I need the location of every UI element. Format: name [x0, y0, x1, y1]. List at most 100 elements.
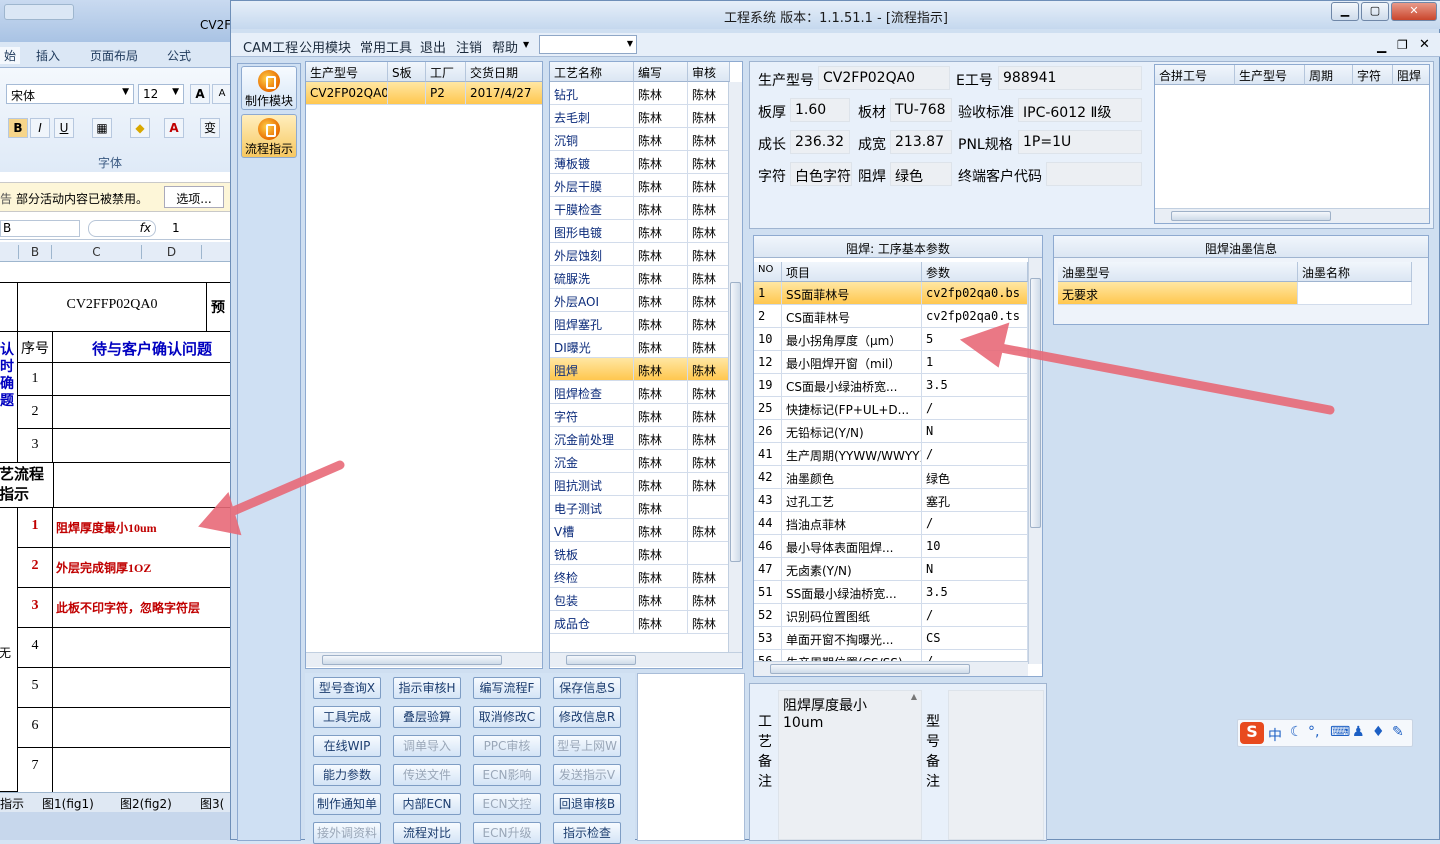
- process-row[interactable]: 干膜检查 陈林 陈林: [550, 197, 730, 220]
- action-button[interactable]: 回退审核B: [553, 793, 621, 815]
- fill-color-icon[interactable]: ◆: [130, 118, 150, 138]
- thickness-field[interactable]: 1.60: [790, 98, 850, 122]
- process-row[interactable]: 图形电镀 陈林 陈林: [550, 220, 730, 243]
- process-row[interactable]: V槽 陈林 陈林: [550, 519, 730, 542]
- pnl-field[interactable]: 1P=1U: [1018, 130, 1142, 154]
- param-col-item[interactable]: 项目: [782, 262, 922, 282]
- material-field[interactable]: TU-768: [890, 98, 952, 122]
- moon-icon[interactable]: ☾: [1290, 724, 1303, 740]
- process-num-cell[interactable]: 3: [17, 587, 53, 628]
- scroll-thumb[interactable]: [1030, 278, 1041, 528]
- param-row[interactable]: 41 生产周期(YYWW/WWYY) /: [754, 443, 1028, 466]
- name-box[interactable]: B: [0, 220, 80, 237]
- merge-col-cycle[interactable]: 周期: [1305, 65, 1353, 85]
- grow-font-icon[interactable]: A: [190, 84, 210, 104]
- ribbon-tab-insert[interactable]: 插入: [36, 47, 60, 64]
- seq-cell[interactable]: 1: [17, 362, 53, 396]
- make-module-button[interactable]: 制作模块: [241, 66, 297, 110]
- action-button[interactable]: ECN影响: [473, 764, 541, 786]
- sheet-tab[interactable]: 指示: [0, 795, 24, 812]
- model-field[interactable]: CV2FP02QA0: [818, 66, 950, 90]
- param-row[interactable]: 26 无铅标记(Y/N) N: [754, 420, 1028, 443]
- ribbon-tab-layout[interactable]: 页面布局: [90, 47, 138, 64]
- ribbon-tab-formula[interactable]: 公式: [167, 47, 191, 64]
- process-row[interactable]: 铣板 陈林: [550, 542, 730, 565]
- order-hscrollbar[interactable]: [306, 652, 542, 667]
- process-row[interactable]: 阻抗测试 陈林 陈林: [550, 473, 730, 496]
- param-row[interactable]: 47 无卤素(Y/N) N: [754, 558, 1028, 581]
- process-instruction-button[interactable]: 流程指示: [241, 114, 297, 158]
- process-num-cell[interactable]: 2: [17, 547, 53, 588]
- font-color-icon[interactable]: A: [164, 118, 184, 138]
- action-button[interactable]: 内部ECN: [393, 793, 461, 815]
- process-text-cell[interactable]: 此板不印字符，忽略字符层: [52, 587, 232, 628]
- sheet-cell[interactable]: [52, 707, 232, 748]
- action-button[interactable]: 叠层验算: [393, 706, 461, 728]
- process-row[interactable]: 沉金前处理 陈林 陈林: [550, 427, 730, 450]
- ink-col-model[interactable]: 油墨型号: [1058, 262, 1298, 282]
- col-header-b[interactable]: B: [18, 245, 52, 259]
- action-button[interactable]: 型号查询X: [313, 677, 381, 699]
- customer-field[interactable]: [1046, 162, 1142, 186]
- param-row[interactable]: 1 SS面菲林号 cv2fp02qa0.bs: [754, 282, 1028, 305]
- menu-common-module[interactable]: 公用模块: [299, 37, 351, 56]
- seq-cell[interactable]: 2: [17, 395, 53, 429]
- action-button[interactable]: 调单导入: [393, 735, 461, 757]
- italic-icon[interactable]: I: [30, 118, 50, 138]
- action-button[interactable]: 能力参数: [313, 764, 381, 786]
- param-col-value[interactable]: 参数: [922, 262, 1028, 282]
- action-button[interactable]: 流程对比: [393, 822, 461, 844]
- param-row[interactable]: 10 最小拐角厚度（μm） 5: [754, 328, 1028, 351]
- order-col-sboard[interactable]: S板: [388, 62, 426, 82]
- sheet-cell[interactable]: [52, 627, 232, 668]
- param-row[interactable]: 12 最小阻焊开窗（mil） 1: [754, 351, 1028, 374]
- action-button[interactable]: 型号上网W: [553, 735, 621, 757]
- order-row[interactable]: CV2FP02QA0 P2 2017/4/27: [306, 82, 542, 105]
- process-row[interactable]: 阻焊塞孔 陈林 陈林: [550, 312, 730, 335]
- process-row[interactable]: 阻焊 陈林 陈林: [550, 358, 730, 381]
- mdi-restore-icon[interactable]: ❐: [1397, 38, 1408, 52]
- seq-cell[interactable]: 4: [17, 627, 53, 668]
- pending-header-cell[interactable]: 待与客户确认问题: [52, 331, 232, 363]
- param-hscrollbar[interactable]: [754, 661, 1028, 676]
- sheet-cell[interactable]: [52, 667, 232, 708]
- scroll-thumb[interactable]: [566, 655, 636, 665]
- process-row[interactable]: 外层蚀刻 陈林 陈林: [550, 243, 730, 266]
- process-row[interactable]: 电子测试 陈林: [550, 496, 730, 519]
- process-row[interactable]: 成品仓 陈林 陈林: [550, 611, 730, 634]
- action-button[interactable]: 保存信息S: [553, 677, 621, 699]
- action-button[interactable]: 传送文件: [393, 764, 461, 786]
- action-button[interactable]: ECN文控: [473, 793, 541, 815]
- pending-cell[interactable]: [52, 428, 232, 463]
- scroll-thumb[interactable]: [1171, 211, 1331, 221]
- param-row[interactable]: 51 SS面最小绿油桥宽... 3.5: [754, 581, 1028, 604]
- process-row[interactable]: 沉铜 陈林 陈林: [550, 128, 730, 151]
- process-row[interactable]: 沉金 陈林 陈林: [550, 450, 730, 473]
- param-vscrollbar[interactable]: [1028, 258, 1042, 664]
- length-field[interactable]: 236.32: [790, 130, 850, 154]
- wrench-icon[interactable]: ✎: [1392, 724, 1404, 740]
- standard-field[interactable]: IPC-6012 Ⅱ级: [1018, 98, 1142, 122]
- col-header-d[interactable]: D: [142, 245, 202, 259]
- phonetic-icon[interactable]: 变: [200, 118, 220, 138]
- mask-field[interactable]: 绿色: [890, 162, 952, 186]
- options-button[interactable]: 选项...: [164, 186, 224, 208]
- header-code-cell[interactable]: CV2FFP02QA0: [17, 282, 207, 332]
- process-row[interactable]: 硫脲洗 陈林 陈林: [550, 266, 730, 289]
- process-row[interactable]: 包装 陈林 陈林: [550, 588, 730, 611]
- ink-row[interactable]: 无要求: [1058, 282, 1412, 305]
- process-col-writer[interactable]: 编写: [634, 62, 688, 82]
- process-num-cell[interactable]: 1: [17, 507, 53, 548]
- param-row[interactable]: 46 最小导体表面阻焊... 10: [754, 535, 1028, 558]
- process-row[interactable]: 终检 陈林 陈林: [550, 565, 730, 588]
- action-button[interactable]: 编写流程F: [473, 677, 541, 699]
- process-row[interactable]: DI曝光 陈林 陈林: [550, 335, 730, 358]
- quick-access-toolbar[interactable]: [4, 4, 74, 20]
- model-remark-field[interactable]: [948, 690, 1044, 840]
- sheet-tab[interactable]: 图2(fig2): [120, 795, 172, 812]
- process-vscrollbar[interactable]: [728, 82, 742, 654]
- seq-header-cell[interactable]: 序号: [17, 331, 53, 363]
- menu-logout[interactable]: 注销: [456, 37, 482, 56]
- param-col-no[interactable]: NO: [754, 262, 782, 282]
- process-text-cell[interactable]: 阻焊厚度最小10um: [52, 507, 232, 548]
